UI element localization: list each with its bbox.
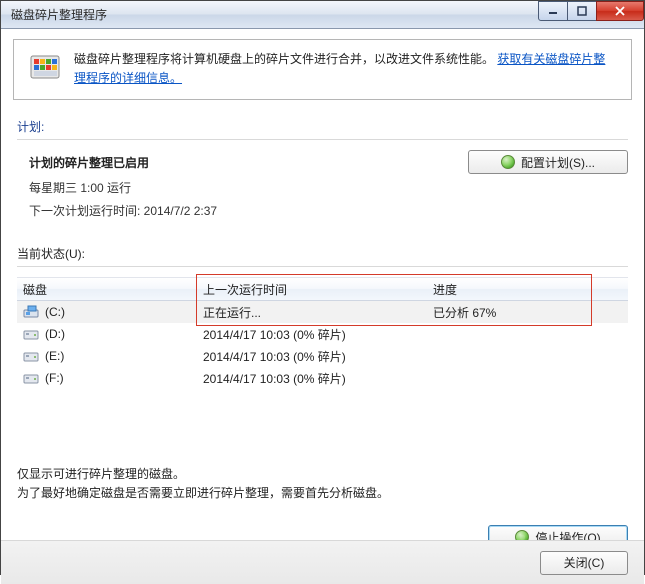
drive-label: (F:) [45, 371, 64, 385]
window-controls [539, 1, 644, 21]
minimize-button[interactable] [538, 1, 568, 21]
drive-icon [23, 327, 39, 341]
drive-icon [23, 305, 39, 319]
status-section-label: 当前状态(U): [17, 245, 628, 267]
window-title: 磁盘碎片整理程序 [11, 6, 539, 23]
drive-label: (C:) [45, 305, 65, 319]
table-row[interactable]: (C:) 正在运行...已分析 67% [17, 301, 628, 323]
last-run-cell: 正在运行... [203, 304, 433, 321]
progress-cell: 已分析 67% [433, 304, 628, 321]
col-progress[interactable]: 进度 [433, 281, 628, 298]
content-area: 磁盘碎片整理程序将计算机硬盘上的碎片文件进行合并，以改进文件系统性能。 获取有关… [1, 39, 644, 584]
table-row[interactable]: (F:) 2014/4/17 10:03 (0% 碎片) [17, 367, 628, 389]
table-row[interactable]: (D:) 2014/4/17 10:03 (0% 碎片) [17, 323, 628, 345]
banner-description: 磁盘碎片整理程序将计算机硬盘上的碎片文件进行合并，以改进文件系统性能。 [74, 52, 494, 66]
last-run-cell: 2014/4/17 10:03 (0% 碎片) [203, 348, 433, 365]
note-line2: 为了最好地确定磁盘是否需要立即进行碎片整理，需要首先分析磁盘。 [17, 484, 628, 503]
schedule-line2: 下一次计划运行时间: 2014/7/2 2:37 [29, 202, 468, 219]
schedule-section-label: 计划: [17, 118, 628, 140]
divider [17, 266, 628, 267]
col-last-run[interactable]: 上一次运行时间 [203, 281, 433, 298]
drive-label: (E:) [45, 349, 64, 363]
schedule-info: 计划的碎片整理已启用 每星期三 1:00 运行 下一次计划运行时间: 2014/… [17, 150, 468, 225]
info-banner: 磁盘碎片整理程序将计算机硬盘上的碎片文件进行合并，以改进文件系统性能。 获取有关… [13, 39, 632, 100]
banner-text: 磁盘碎片整理程序将计算机硬盘上的碎片文件进行合并，以改进文件系统性能。 获取有关… [74, 50, 617, 87]
divider [17, 139, 628, 140]
disk-table: 磁盘 上一次运行时间 进度 (C:) 正在运行...已分析 67% (D:) 2014… [17, 277, 628, 389]
defrag-app-icon [28, 50, 62, 84]
titlebar: 磁盘碎片整理程序 [1, 1, 644, 29]
note-line1: 仅显示可进行碎片整理的磁盘。 [17, 465, 628, 484]
last-run-cell: 2014/4/17 10:03 (0% 碎片) [203, 370, 433, 387]
schedule-line1: 每星期三 1:00 运行 [29, 179, 468, 196]
drive-icon [23, 371, 39, 385]
last-run-cell: 2014/4/17 10:03 (0% 碎片) [203, 326, 433, 343]
close-dialog-button[interactable]: 关闭(C) [540, 551, 628, 575]
close-button[interactable] [596, 1, 644, 21]
col-disk[interactable]: 磁盘 [23, 281, 203, 298]
table-header: 磁盘 上一次运行时间 进度 [17, 277, 628, 301]
drive-icon [23, 349, 39, 363]
gear-icon [501, 155, 515, 169]
table-row[interactable]: (E:) 2014/4/17 10:03 (0% 碎片) [17, 345, 628, 367]
footer-notes: 仅显示可进行碎片整理的磁盘。 为了最好地确定磁盘是否需要立即进行碎片整理，需要首… [17, 465, 628, 503]
drive-label: (D:) [45, 327, 65, 341]
configure-schedule-button[interactable]: 配置计划(S)... [468, 150, 628, 174]
maximize-button[interactable] [567, 1, 597, 21]
dialog-footer: 关闭(C) [1, 540, 644, 584]
schedule-heading: 计划的碎片整理已启用 [29, 154, 468, 171]
